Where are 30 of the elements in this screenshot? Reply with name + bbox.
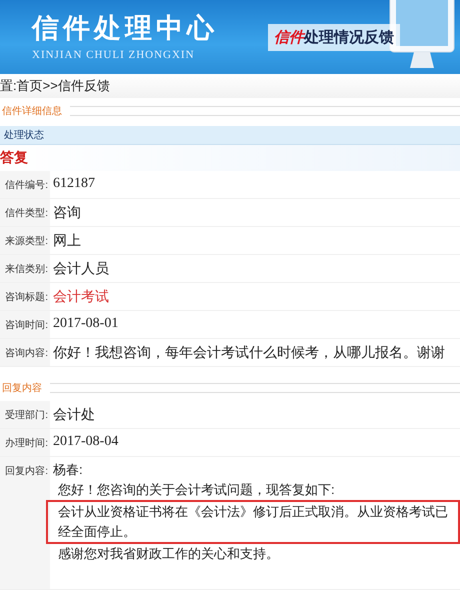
field-value: 2017-08-04 [52,433,118,451]
field-label: 来源类型: [0,227,50,254]
reply-text: 杨春: [53,461,84,479]
field-label: 信件编号: [0,171,50,198]
reply-text: 您好！您咨询的关于会计考试问题，现答复如下: [57,481,336,499]
banner-heading: 信件处理情况反馈 [268,24,400,50]
status-bar: 处理状态 [0,126,460,145]
field-label: 受理部门: [0,401,50,428]
field-label: 咨询标题: [0,283,50,310]
section-title: 信件详细信息 [2,104,62,118]
site-subtitle: XINJIAN CHULI ZHONGXIN [32,49,196,61]
field-label: 办理时间: [0,429,50,456]
field-value: 会计人员 [52,260,109,279]
field-label: 信件类型: [0,199,50,226]
field-label: 咨询时间: [0,311,50,338]
reply-text: 感谢您对我省财政工作的关心和支持。 [57,545,280,563]
field-value: 你好！我想咨询，每年会计考试什么时候考，从哪儿报名。谢谢 [52,344,445,363]
field-value: 612187 [52,175,95,193]
field-label: 来信类别: [0,255,50,282]
status-heading: 答复 [0,145,460,171]
field-value: 咨询 [52,204,81,223]
highlighted-paragraph: 会计从业资格证书将在《会计法》修订后正式取消。从业资格考试已经全面停止。 [46,500,460,544]
field-value: 会计考试 [52,287,109,306]
field-value: 网上 [52,232,81,251]
field-label: 回复内容: [0,457,50,589]
section-title: 回复内容 [2,382,42,395]
field-value: 会计处 [52,406,95,425]
site-title: 信件处理中心 [32,13,218,43]
field-label: 咨询内容: [0,339,50,366]
field-value: 2017-08-01 [52,315,118,333]
